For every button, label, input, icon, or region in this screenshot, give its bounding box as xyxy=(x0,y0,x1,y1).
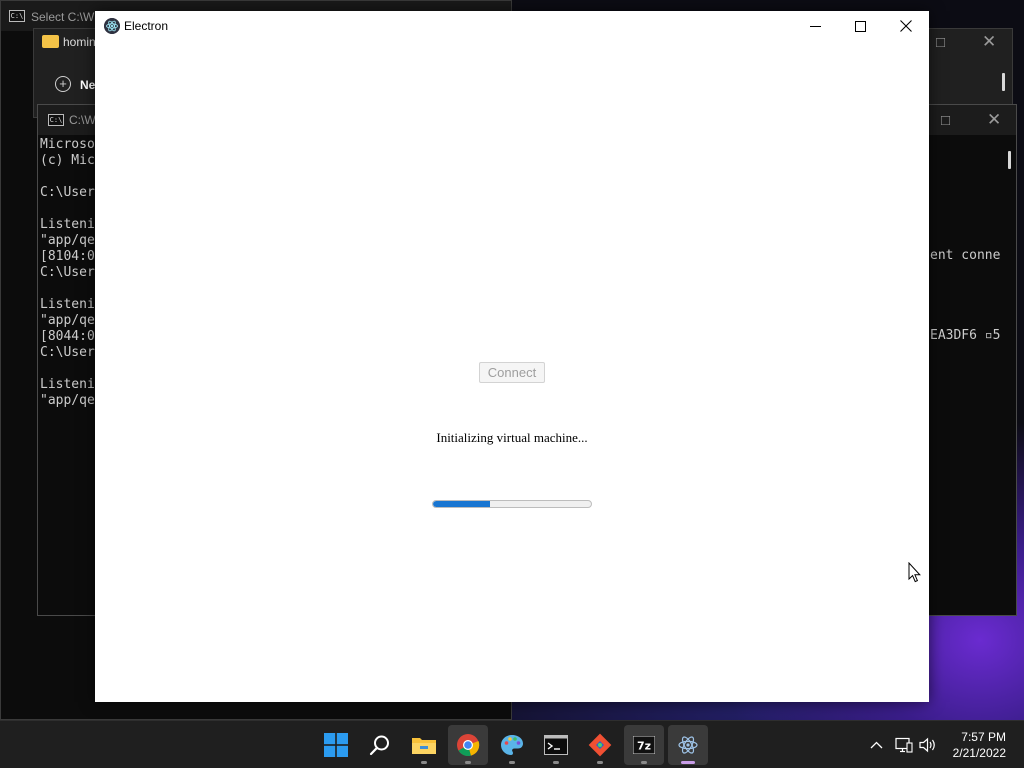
search-icon xyxy=(369,735,389,756)
running-indicator xyxy=(465,761,471,764)
status-text: Initializing virtual machine... xyxy=(436,430,588,445)
explorer-tab-label[interactable]: homin xyxy=(63,35,96,49)
explorer-maximize-icon[interactable]: □ xyxy=(936,35,945,50)
cmd-window-icon: C:\ xyxy=(48,114,64,126)
clock-time: 7:57 PM xyxy=(961,730,1006,744)
terminal-line: C:\User xyxy=(40,185,95,200)
paint-icon xyxy=(501,735,523,755)
close-button[interactable] xyxy=(883,11,929,41)
terminal-line: [8104:0 xyxy=(40,249,95,264)
running-indicator xyxy=(421,761,427,764)
speaker-icon xyxy=(919,737,935,753)
terminal-line: Microso xyxy=(40,137,95,152)
terminal-line: (c) Mic xyxy=(40,153,95,168)
add-circle-icon[interactable]: + xyxy=(55,76,71,92)
terminal-line: Listeni xyxy=(40,297,95,312)
electron-window-title: Electron xyxy=(124,19,169,33)
windows-logo-icon xyxy=(324,733,348,757)
start-button[interactable] xyxy=(316,725,356,765)
electron-content: Connect Initializing virtual machine... xyxy=(95,41,929,702)
new-button-label[interactable]: Ne xyxy=(80,78,95,92)
7zip-button[interactable]: 7z xyxy=(624,725,664,765)
running-indicator xyxy=(553,761,559,764)
connect-button[interactable]: Connect xyxy=(479,362,545,383)
terminal-line: C:\User xyxy=(40,345,95,360)
progress-fill xyxy=(433,501,490,507)
chrome-icon xyxy=(457,734,480,757)
cmd-output: Microso (c) Mic C:\User Listeni "app/qe [81… xyxy=(40,137,95,409)
electron-titlebar[interactable]: Electron xyxy=(95,11,929,41)
cmd-title: C:\Wi xyxy=(69,113,99,127)
chrome-button[interactable] xyxy=(448,725,488,765)
terminal-line: "app/qe xyxy=(40,393,95,408)
cmd-close-icon[interactable]: ✕ xyxy=(987,111,1001,128)
svg-text:7z: 7z xyxy=(637,740,651,753)
folder-icon xyxy=(412,738,436,754)
paint-button[interactable] xyxy=(492,725,532,765)
git-icon xyxy=(588,733,612,757)
progress-bar xyxy=(432,500,592,508)
terminal-line: "app/qe xyxy=(40,313,95,328)
electron-window[interactable]: Electron Connect Initializing virtual ma… xyxy=(95,11,929,702)
taskbar-clock[interactable]: 7:57 PM 2/21/2022 xyxy=(953,729,1006,761)
running-indicator xyxy=(597,761,603,764)
7zip-icon: 7z xyxy=(633,736,655,754)
cmd-scrollbar[interactable] xyxy=(1008,151,1011,169)
clock-date: 2/21/2022 xyxy=(952,746,1006,760)
folder-icon xyxy=(42,35,59,48)
cmd-output-right-2: EA3DF6 ▫5 xyxy=(930,328,1001,343)
electron-icon xyxy=(678,736,698,754)
volume-button[interactable] xyxy=(918,735,938,755)
electron-app-icon xyxy=(104,18,120,34)
terminal-icon xyxy=(544,735,568,755)
search-button[interactable] xyxy=(360,725,400,765)
close-icon xyxy=(900,20,912,32)
show-hidden-icons-button[interactable] xyxy=(868,735,884,755)
minimize-button[interactable] xyxy=(792,11,838,41)
active-indicator xyxy=(681,761,695,764)
chevron-up-icon xyxy=(870,741,882,749)
maximize-button[interactable] xyxy=(837,11,883,41)
mouse-cursor-icon xyxy=(908,562,921,583)
terminal-line: C:\User xyxy=(40,265,95,280)
running-indicator xyxy=(509,761,515,764)
minimize-icon xyxy=(809,25,821,27)
git-button[interactable] xyxy=(580,725,620,765)
taskbar: 7z 7:57 PM 2/21/2022 xyxy=(0,720,1024,768)
explorer-close-icon[interactable]: ✕ xyxy=(982,33,996,50)
network-icon xyxy=(895,737,913,753)
cmd-maximize-icon[interactable]: □ xyxy=(941,113,950,128)
cmd-icon: C:\ xyxy=(9,10,25,22)
terminal-line: Listeni xyxy=(40,377,95,392)
terminal-button[interactable] xyxy=(536,725,576,765)
terminal-line: Listeni xyxy=(40,217,95,232)
terminal-line: [8044:0 xyxy=(40,329,95,344)
cmd-output-right-1: ent conne xyxy=(930,248,1001,263)
running-indicator xyxy=(641,761,647,764)
electron-taskbar-button[interactable] xyxy=(668,725,708,765)
select-cmd-title: Select C:\Wi xyxy=(31,10,98,24)
maximize-icon xyxy=(854,20,866,32)
file-explorer-button[interactable] xyxy=(404,725,444,765)
explorer-scrollbar[interactable] xyxy=(1002,73,1005,91)
terminal-line: "app/qe xyxy=(40,233,95,248)
network-button[interactable] xyxy=(894,735,914,755)
